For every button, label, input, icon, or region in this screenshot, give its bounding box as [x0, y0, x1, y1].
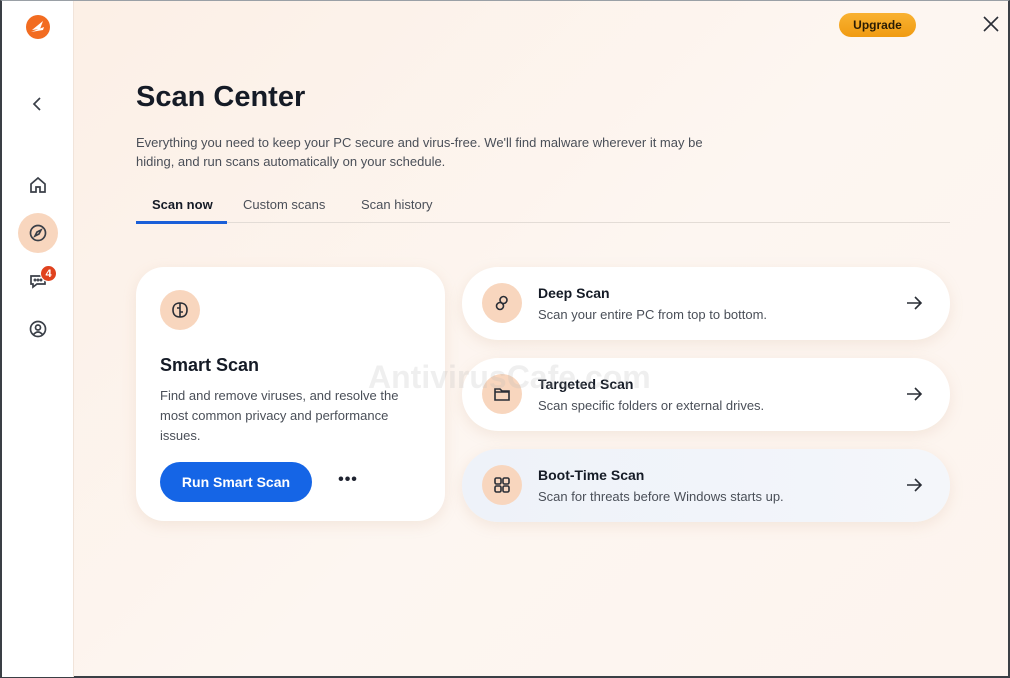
brain-icon: [160, 290, 200, 330]
tab-divider: [136, 222, 950, 223]
boot-time-scan-title: Boot-Time Scan: [538, 467, 645, 483]
tab-scan-now[interactable]: Scan now: [152, 197, 213, 212]
sidebar-item-account[interactable]: [18, 309, 58, 349]
page-title: Scan Center: [136, 81, 306, 113]
home-icon: [30, 176, 46, 193]
arrow-right-icon: [907, 478, 923, 492]
sidebar-item-scan[interactable]: [18, 213, 58, 253]
targeted-scan-subtitle: Scan specific folders or external drives…: [538, 398, 765, 413]
boot-time-scan-card[interactable]: Boot-Time Scan Scan for threats before W…: [462, 449, 950, 522]
sidebar: 4: [2, 1, 74, 677]
windows-grid-icon: [482, 465, 522, 505]
smart-scan-title: Smart Scan: [160, 355, 260, 375]
targeted-scan-card[interactable]: Targeted Scan Scan specific folders or e…: [462, 358, 950, 431]
tab-scan-history[interactable]: Scan history: [361, 197, 433, 212]
arrow-right-icon: [907, 387, 923, 401]
deep-scan-icon: [482, 283, 522, 323]
smart-scan-card: Smart Scan Find and remove viruses, and …: [136, 267, 445, 521]
run-smart-scan-button[interactable]: Run Smart Scan: [160, 462, 312, 502]
user-circle-icon: [29, 320, 47, 338]
sidebar-item-home[interactable]: [18, 165, 58, 205]
back-button[interactable]: [18, 84, 58, 124]
deep-scan-subtitle: Scan your entire PC from top to bottom.: [538, 307, 768, 322]
notification-badge: 4: [40, 265, 57, 282]
page-description: Everything you need to keep your PC secu…: [136, 135, 703, 169]
compass-icon: [29, 224, 47, 242]
deep-scan-card[interactable]: Deep Scan Scan your entire PC from top t…: [462, 267, 950, 340]
boot-time-scan-subtitle: Scan for threats before Windows starts u…: [538, 489, 784, 504]
arrow-right-icon: [907, 296, 923, 310]
smart-scan-description: Find and remove viruses, and resolve the…: [160, 388, 399, 443]
chevron-left-icon: [32, 97, 41, 111]
more-options-button[interactable]: •••: [336, 470, 360, 494]
targeted-scan-title: Targeted Scan: [538, 376, 634, 392]
avast-logo: [26, 15, 50, 39]
deep-scan-title: Deep Scan: [538, 285, 610, 301]
folder-icon: [482, 374, 522, 414]
app-window: 4 Upgrade Scan Center Everything you nee…: [0, 0, 1010, 678]
active-tab-indicator: [136, 221, 227, 224]
upgrade-button[interactable]: Upgrade: [839, 13, 916, 37]
close-icon[interactable]: [980, 13, 1002, 35]
tab-custom-scans[interactable]: Custom scans: [243, 197, 325, 212]
